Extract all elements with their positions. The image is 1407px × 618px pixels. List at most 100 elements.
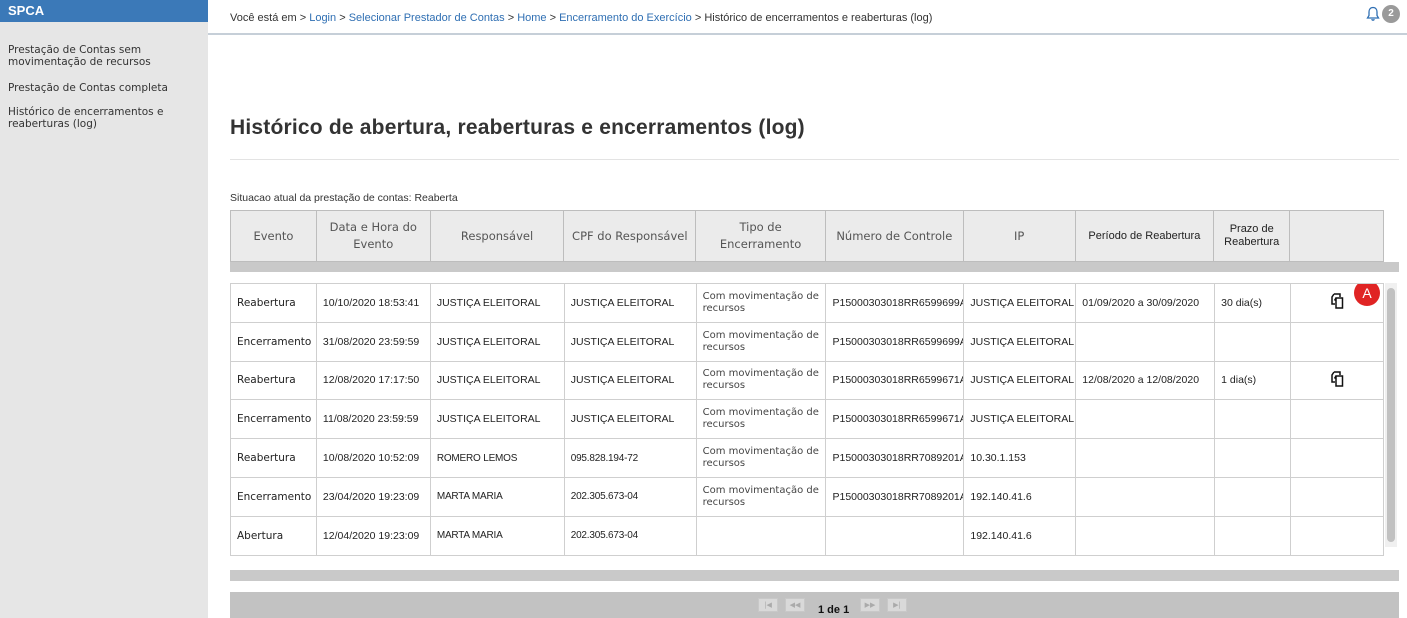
cell-numero-controle: P15000303018RR6599699A <box>826 284 965 322</box>
copy-icon[interactable] <box>1328 370 1346 391</box>
cell-ip-text: JUSTIÇA ELEITORAL <box>970 374 1075 387</box>
column-header-tipo[interactable]: Tipo de Encerramento <box>696 211 826 261</box>
copy-icon[interactable] <box>1328 292 1346 313</box>
cell-numero-controle-text: P15000303018RR6599699A <box>832 335 965 348</box>
sidebar-item-completa[interactable]: Prestação de Contas completa <box>0 82 208 94</box>
sidebar-item-historico[interactable]: Histórico de encerramentos e reaberturas… <box>0 106 208 130</box>
cell-tipo: Com movimentação de recursos <box>697 400 827 439</box>
cell-data-hora: 11/08/2020 23:59:59 <box>317 400 431 439</box>
breadcrumb-separator: > <box>694 12 702 24</box>
cell-numero-controle-text: P15000303018RR6599699A <box>832 296 965 309</box>
cell-periodo: 01/09/2020 a 30/09/2020 <box>1076 284 1216 322</box>
cell-tipo: Com movimentação de recursos <box>697 284 827 322</box>
breadcrumb-separator: > <box>507 12 515 24</box>
cell-numero-controle-text: P15000303018RR6599671A <box>832 374 965 387</box>
column-header-responsavel[interactable]: Responsável <box>431 211 565 261</box>
next-page-icon[interactable]: ▶▶ <box>860 598 880 612</box>
cell-tipo: Com movimentação de recursos <box>697 361 827 400</box>
cell-responsavel: JUSTIÇA ELEITORAL <box>431 284 565 322</box>
column-header-numero-controle[interactable]: Número de Controle <box>826 211 964 261</box>
cell-periodo: 12/08/2020 a 12/08/2020 <box>1076 361 1216 400</box>
column-header-data-hora[interactable]: Data e Hora do Evento <box>317 211 431 261</box>
title-divider <box>230 159 1399 160</box>
cell-data-hora: 12/04/2020 19:23:09 <box>317 516 431 555</box>
cell-cpf: JUSTIÇA ELEITORAL <box>565 322 697 361</box>
cell-evento: Reabertura <box>231 284 317 322</box>
cell-cpf: JUSTIÇA ELEITORAL <box>565 284 697 322</box>
table-body: Reabertura 10/10/2020 18:53:41 JUSTIÇA ELE… <box>230 283 1384 556</box>
table-row: Reabertura 10/08/2020 10:52:09 ROMERO LEMO… <box>231 439 1384 478</box>
annotation-badge: A <box>1354 284 1381 306</box>
scrollbar-thumb[interactable] <box>1387 288 1395 542</box>
column-header-prazo[interactable]: Prazo de Reabertura <box>1214 211 1291 261</box>
column-header-ip[interactable]: IP <box>964 211 1076 261</box>
cell-numero-controle: P15000303018RR7089201A <box>826 477 965 516</box>
bell-icon[interactable] <box>1366 6 1380 22</box>
first-page-icon[interactable]: |◀ <box>758 598 778 612</box>
cell-acoes[interactable]: A <box>1291 284 1384 322</box>
cell-prazo <box>1215 400 1292 439</box>
cell-responsavel-text: MARTA MARIA <box>436 491 503 503</box>
cell-periodo <box>1076 400 1216 439</box>
cell-responsavel: JUSTIÇA ELEITORAL <box>431 361 565 400</box>
table-row: Encerramento 31/08/2020 23:59:59 JUSTIÇA E… <box>231 322 1384 362</box>
cell-cpf: 095.828.194-72 <box>565 439 697 477</box>
cell-cpf-text: JUSTIÇA ELEITORAL <box>570 413 675 426</box>
cell-responsavel-text: JUSTIÇA ELEITORAL <box>436 296 541 309</box>
cell-periodo <box>1076 439 1216 477</box>
cell-evento: Reabertura <box>231 439 317 477</box>
pagination-bar: |◀ ◀◀ 1 de 1 ▶▶ ▶| <box>230 592 1399 618</box>
cell-cpf: JUSTIÇA ELEITORAL <box>565 361 697 400</box>
column-header-periodo[interactable]: Período de Reabertura <box>1076 211 1215 261</box>
cell-evento: Encerramento <box>231 477 317 516</box>
cell-evento-text: Encerramento <box>237 490 312 503</box>
status-text: Situacao atual da prestação de contas: R… <box>230 192 458 204</box>
sidebar: SPCA Prestação de Contas sem movimentaçã… <box>0 0 208 618</box>
column-header-evento[interactable]: Evento <box>231 211 317 261</box>
cell-ip-text: 192.140.41.6 <box>970 529 1032 542</box>
breadcrumb-link-encerramento[interactable]: Encerramento do Exercício <box>559 12 692 24</box>
cell-responsavel-text: MARTA MARIA <box>436 530 503 542</box>
cell-numero-controle-text: P15000303018RR6599671A <box>832 413 965 426</box>
cell-acoes <box>1291 322 1384 361</box>
breadcrumb-prefix: Você está em > <box>230 12 307 24</box>
cell-prazo: 30 dia(s) <box>1215 284 1292 322</box>
vertical-scrollbar[interactable] <box>1385 283 1397 547</box>
column-header-acoes <box>1290 211 1383 261</box>
cell-numero-controle-text: P15000303018RR7089201A <box>832 490 965 503</box>
app-brand[interactable]: SPCA <box>0 0 208 22</box>
cell-tipo-text: Com movimentação de recursos <box>702 446 819 470</box>
cell-ip-text: JUSTIÇA ELEITORAL <box>970 335 1075 348</box>
cell-acoes[interactable] <box>1291 361 1384 400</box>
cell-tipo-text: Com movimentação de recursos <box>702 368 819 392</box>
cell-cpf: 202.305.673-04 <box>565 477 697 516</box>
breadcrumb-link-home[interactable]: Home <box>517 12 546 24</box>
cell-numero-controle: P15000303018RR7089201A <box>826 439 965 477</box>
notification-count-badge[interactable]: 2 <box>1382 5 1400 23</box>
column-header-cpf[interactable]: CPF do Responsável <box>564 211 697 261</box>
cell-ip: JUSTIÇA ELEITORAL <box>964 361 1077 400</box>
cell-numero-controle: P15000303018RR6599699A <box>826 322 965 361</box>
cell-responsavel: JUSTIÇA ELEITORAL <box>431 400 565 439</box>
cell-responsavel: MARTA MARIA <box>431 477 565 516</box>
cell-tipo-text: Com movimentação de recursos <box>702 329 819 353</box>
table-row: Encerramento 11/08/2020 23:59:59 JUSTIÇA E… <box>231 400 1384 440</box>
cell-responsavel-text: JUSTIÇA ELEITORAL <box>436 374 541 387</box>
cell-prazo-text: 1 dia(s) <box>1221 374 1257 387</box>
cell-data-hora-text: 10/10/2020 18:53:41 <box>322 296 420 309</box>
cell-evento-text: Encerramento <box>237 413 312 426</box>
cell-cpf-text: 095.828.194-72 <box>570 452 638 464</box>
breadcrumb-link-login[interactable]: Login <box>309 12 336 24</box>
breadcrumb-link-selecionar-prestador[interactable]: Selecionar Prestador de Contas <box>349 12 505 24</box>
cell-prazo <box>1215 322 1292 361</box>
horizontal-scrollbar[interactable] <box>230 570 1399 581</box>
last-page-icon[interactable]: ▶| <box>887 598 907 612</box>
sidebar-item-sem-movimentacao[interactable]: Prestação de Contas sem movimentação de … <box>0 44 208 68</box>
cell-ip: JUSTIÇA ELEITORAL <box>964 322 1077 361</box>
cell-periodo <box>1076 322 1216 361</box>
breadcrumb-separator: > <box>339 12 346 24</box>
top-bar: Você está em > Login > Selecionar Presta… <box>208 0 1407 35</box>
cell-evento: Reabertura <box>231 361 317 400</box>
cell-cpf-text: JUSTIÇA ELEITORAL <box>570 335 675 348</box>
prev-page-icon[interactable]: ◀◀ <box>785 598 805 612</box>
